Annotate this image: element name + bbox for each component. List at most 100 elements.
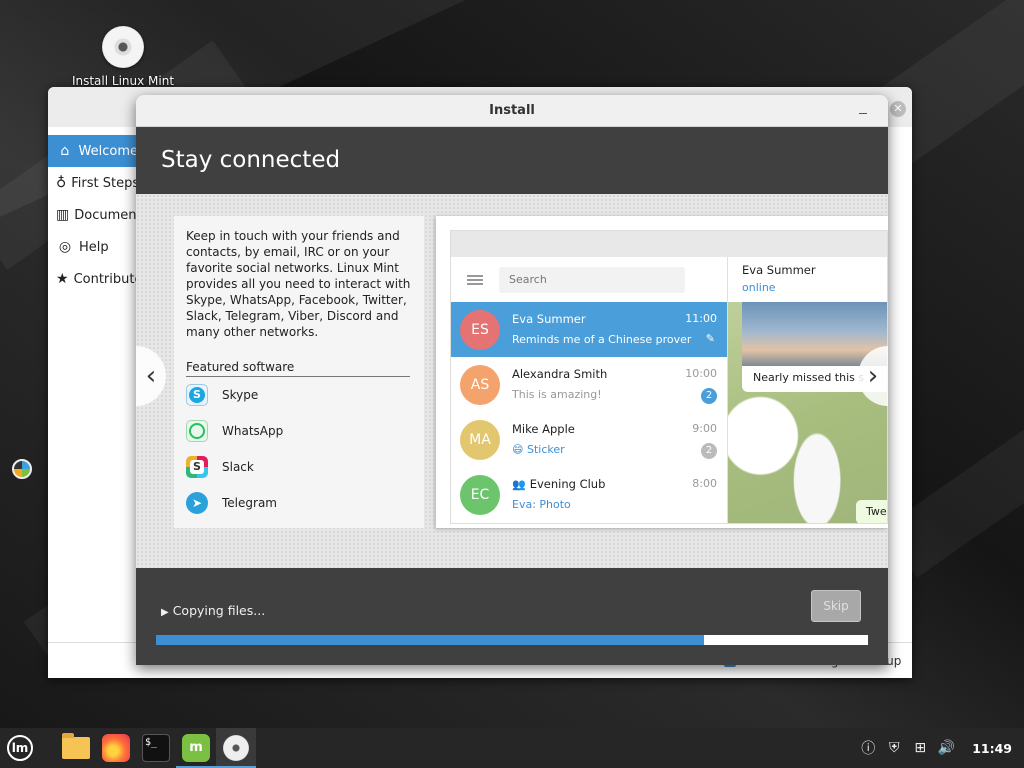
unread-badge: 2 <box>701 387 717 404</box>
chat-name-group: 👥 Evening Club <box>512 477 605 491</box>
system-tray: ⓘ ⛨ ⊞ 🔊 11:49 <box>854 728 1024 768</box>
shield-icon[interactable]: ⛨ <box>882 740 906 756</box>
progress-fill <box>156 635 705 645</box>
sidebar-item-label: First Steps <box>71 175 138 191</box>
slack-icon: S <box>186 456 208 478</box>
active-chat-name: Eva Summer <box>742 263 816 277</box>
chat-preview: Reminds me of a Chinese prover… <box>512 332 692 346</box>
featured-app-name: WhatsApp <box>222 424 284 438</box>
chat-preview: 😄 Sticker <box>512 442 565 456</box>
featured-app-slack: S Slack <box>186 449 412 485</box>
volume-icon[interactable]: 🔊 <box>934 740 958 756</box>
chat-row: EC 👥 Evening Club 8:00 Eva: Photo <box>451 467 727 522</box>
progress-label: Copying files... <box>172 603 266 618</box>
mint-menu-icon: lm <box>7 735 33 761</box>
taskbar-installer[interactable] <box>216 728 256 768</box>
chat-name: Alexandra Smith <box>512 366 608 381</box>
firefox-icon <box>102 734 130 762</box>
home-icon: ⌂ <box>60 143 70 159</box>
progress-bar <box>156 635 868 645</box>
disc-icon <box>102 26 144 68</box>
avatar: EC <box>460 474 500 515</box>
chat-preview: Eva: Photo <box>512 497 571 511</box>
slide-description: Keep in touch with your friends and cont… <box>186 229 411 339</box>
software-manager-icon: m <box>182 734 210 762</box>
welcome-sidebar: ⌂ Welcome ♁ First Steps ▥ Documentation … <box>48 135 138 295</box>
notification-icon[interactable]: ⓘ <box>856 738 880 758</box>
featured-software-title: Featured software <box>186 360 410 377</box>
progress-status[interactable]: ▶ Copying files... <box>161 603 265 618</box>
slide-text-panel: Keep in touch with your friends and cont… <box>174 216 424 528</box>
minimize-icon[interactable] <box>856 103 870 117</box>
featured-app-telegram: ➤ Telegram <box>186 485 412 521</box>
chat-time: 9:00 <box>692 421 717 435</box>
installer-window: Install Stay connected Keep in touch wit… <box>136 95 888 665</box>
sidebar-item-first-steps[interactable]: ♁ First Steps <box>48 167 138 199</box>
skype-icon: S <box>186 384 208 406</box>
taskbar-files[interactable] <box>56 728 96 768</box>
taskbar: lm $_ m ⓘ ⛨ ⊞ 🔊 11:49 <box>0 728 1024 768</box>
taskbar-terminal[interactable]: $_ <box>136 728 176 768</box>
hamburger-menu-icon <box>467 274 483 285</box>
chat-time: 8:00 <box>692 476 717 490</box>
active-chat-status: online <box>742 281 776 294</box>
sidebar-item-label: Documentation <box>74 207 138 223</box>
avatar: ES <box>460 309 500 350</box>
chat-row: ES Eva Summer 11:00 Reminds me of a Chin… <box>451 302 727 357</box>
chat-row: AS Alexandra Smith 10:00 This is amazing… <box>451 357 727 412</box>
lifebuoy-icon: ◎ <box>58 239 72 255</box>
sidebar-item-help[interactable]: ◎ Help <box>48 231 138 263</box>
desktop-icon-install-linux-mint[interactable]: Install Linux Mint <box>62 26 184 88</box>
pin-icon: ✎ <box>705 331 715 345</box>
installer-disc-icon <box>223 735 249 761</box>
sidebar-item-label: Contribute <box>73 271 138 287</box>
chat-app-titlebar <box>451 231 887 257</box>
sidebar-item-contribute[interactable]: ★ Contribute <box>48 263 138 295</box>
sidebar-item-label: Welcome <box>78 143 138 159</box>
avatar: AS <box>460 364 500 405</box>
sidebar-item-welcome[interactable]: ⌂ Welcome <box>48 135 138 167</box>
unread-badge: 2 <box>701 442 717 459</box>
skip-button[interactable]: Skip <box>811 590 861 622</box>
telegram-icon: ➤ <box>186 492 208 514</box>
chat-row: MA Mike Apple 9:00 😄 Sticker 2 <box>451 412 727 467</box>
slide-title: Stay connected <box>161 147 341 173</box>
chat-background: Nearly missed this s Twe <box>728 302 887 523</box>
sidebar-item-documentation[interactable]: ▥ Documentation <box>48 199 138 231</box>
chat-list: ES Eva Summer 11:00 Reminds me of a Chin… <box>451 257 727 523</box>
chat-view-header: Eva Summer online <box>728 257 887 302</box>
featured-app-skype: S Skype <box>186 377 412 413</box>
welcome-close-icon[interactable]: ✕ <box>890 101 906 117</box>
installer-titlebar: Install <box>136 95 888 127</box>
terminal-icon: $_ <box>142 734 170 762</box>
taskbar-firefox[interactable] <box>96 728 136 768</box>
slide-screenshot: ES Eva Summer 11:00 Reminds me of a Chin… <box>436 216 888 528</box>
whatsapp-icon <box>186 420 208 442</box>
chat-name: Mike Apple <box>512 421 575 436</box>
chat-app-window: ES Eva Summer 11:00 Reminds me of a Chin… <box>450 230 888 524</box>
chat-time: 10:00 <box>685 366 717 380</box>
chat-search-input <box>499 266 685 293</box>
chat-name: Evening Club <box>529 476 606 491</box>
desktop-widget-icon[interactable] <box>12 459 32 479</box>
message-bubble: Twe <box>856 500 887 523</box>
featured-app-whatsapp: WhatsApp <box>186 413 412 449</box>
window-title: Install <box>489 103 535 118</box>
avatar: MA <box>460 419 500 460</box>
clock[interactable]: 11:49 <box>972 741 1012 756</box>
chat-list-header <box>451 257 727 302</box>
network-icon[interactable]: ⊞ <box>908 740 932 756</box>
chat-name: Eva Summer <box>512 311 586 326</box>
desktop-icon-label: Install Linux Mint <box>71 74 175 88</box>
book-icon: ▥ <box>56 207 70 223</box>
chat-time: 11:00 <box>685 311 717 325</box>
mint-menu-button[interactable]: lm <box>0 728 40 768</box>
sidebar-item-label: Help <box>79 239 109 255</box>
featured-app-name: Slack <box>222 460 254 474</box>
featured-app-name: Telegram <box>222 496 277 510</box>
featured-app-name: Skype <box>222 388 259 402</box>
group-icon: 👥 <box>512 477 526 491</box>
taskbar-software-manager[interactable]: m <box>176 728 216 768</box>
progress-area: ▶ Copying files... Skip <box>136 568 888 665</box>
files-icon <box>62 733 90 759</box>
